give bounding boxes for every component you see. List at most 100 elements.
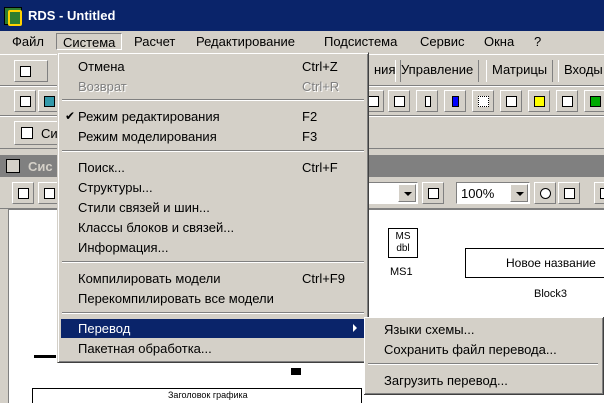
block-tool-button-4[interactable]	[444, 90, 466, 112]
menu-service[interactable]: Сервис	[414, 33, 471, 50]
menu-item-shortcut: Ctrl+F9	[302, 271, 345, 286]
menu-item-translation[interactable]: Перевод	[61, 319, 365, 338]
menu-separator	[62, 261, 364, 263]
graph-title: Заголовок графика	[168, 390, 248, 400]
window-title: RDS - Untitled	[28, 8, 116, 23]
menu-item-search[interactable]: Поиск... Ctrl+F	[61, 158, 365, 177]
layer-select[interactable]	[368, 182, 418, 204]
menu-item-label: Перекомпилировать все модели	[78, 291, 274, 306]
menu-item-edit-mode[interactable]: ✔ Режим редактирования F2	[61, 107, 365, 126]
menu-editing[interactable]: Редактирование	[190, 33, 301, 50]
menu-item-information[interactable]: Информация...	[61, 238, 365, 257]
indicator-icon	[425, 96, 431, 107]
menu-item-shortcut: Ctrl+Z	[302, 59, 338, 74]
menu-separator	[62, 312, 364, 314]
level-icon	[452, 96, 459, 107]
menu-item-label: Загрузить перевод...	[384, 373, 508, 388]
block-tool-button-9[interactable]	[584, 90, 604, 112]
menu-item-compile-models[interactable]: Компилировать модели Ctrl+F9	[61, 269, 365, 288]
menu-item-label: Поиск...	[78, 160, 125, 175]
menu-item-undo[interactable]: Отмена Ctrl+Z	[61, 57, 365, 76]
menu-item-label: Языки схемы...	[384, 322, 475, 337]
menu-help[interactable]: ?	[528, 33, 547, 50]
block-tool-button-6[interactable]	[500, 90, 522, 112]
menu-item-batch-processing[interactable]: Пакетная обработка...	[61, 339, 365, 358]
menu-item-label: Возврат	[78, 79, 127, 94]
connection-marker[interactable]	[291, 368, 301, 375]
chip-icon	[562, 96, 573, 107]
new-document-button[interactable]	[14, 60, 48, 82]
block-tool-button-8[interactable]	[556, 90, 578, 112]
block3-label: Block3	[534, 288, 568, 300]
menu-item-schema-languages[interactable]: Языки схемы...	[367, 320, 599, 339]
menu-item-label: Сохранить файл перевода...	[384, 342, 557, 357]
menu-item-load-translation[interactable]: Загрузить перевод...	[367, 371, 599, 390]
block-tool-button-3[interactable]	[416, 90, 438, 112]
menu-item-label: Классы блоков и связей...	[78, 220, 235, 235]
menu-item-shortcut: F3	[302, 129, 318, 144]
ruler-tool-button[interactable]	[14, 90, 36, 112]
ms-block[interactable]: MS dbl	[388, 228, 418, 258]
switch-icon	[534, 96, 545, 107]
menu-item-label: Информация...	[78, 240, 169, 255]
menu-bar: Файл Система Расчет Редактирование Подси…	[0, 31, 604, 52]
ms-block-label: MS1	[390, 266, 413, 278]
menu-file[interactable]: Файл	[6, 33, 50, 50]
menu-item-label: Структуры...	[78, 180, 153, 195]
menu-windows[interactable]: Окна	[478, 33, 520, 50]
menu-item-recompile-all[interactable]: Перекомпилировать все модели	[61, 289, 365, 308]
calculator-icon	[44, 96, 55, 107]
block3[interactable]: Новое название	[465, 248, 604, 278]
menu-item-shortcut: Ctrl+R	[302, 79, 340, 94]
network-icon	[590, 96, 601, 107]
ruler-small-button[interactable]	[12, 182, 34, 204]
menu-system[interactable]: Система	[56, 33, 123, 50]
menu-item-shortcut: F2	[302, 109, 318, 124]
menu-separator	[368, 363, 598, 365]
layers-icon	[428, 188, 439, 199]
rds-app-icon[interactable]	[4, 7, 22, 26]
printer-icon	[600, 188, 604, 199]
menu-calculation[interactable]: Расчет	[128, 33, 181, 50]
move-icon	[564, 188, 575, 199]
grid-icon	[478, 96, 489, 107]
document-icon	[20, 66, 31, 77]
pan-button[interactable]	[558, 182, 580, 204]
check-icon: ✔	[65, 109, 76, 123]
menu-item-structures[interactable]: Структуры...	[61, 178, 365, 197]
submenu-arrow-icon	[353, 324, 357, 332]
menu-item-simulation-mode[interactable]: Режим моделирования F3	[61, 127, 365, 146]
print-button[interactable]	[594, 182, 604, 204]
zoom-value: 100%	[461, 186, 495, 201]
menu-item-save-translation[interactable]: Сохранить файл перевода...	[367, 340, 599, 359]
block-tool-button-2[interactable]	[388, 90, 410, 112]
tab-matrices[interactable]: Матрицы	[486, 60, 554, 82]
menu-item-label: Компилировать модели	[78, 271, 221, 286]
system-menu-dropdown: Отмена Ctrl+Z Возврат Ctrl+R ✔ Режим ред…	[57, 52, 369, 363]
zoom-button[interactable]	[534, 182, 556, 204]
menu-item-link-styles[interactable]: Стили связей и шин...	[61, 198, 365, 217]
subsystem-window-title-text: Сис	[28, 159, 53, 174]
ruler-icon	[20, 96, 31, 107]
menu-subsystem[interactable]: Подсистема	[318, 33, 403, 50]
chevron-down-icon[interactable]	[510, 184, 528, 202]
system-window-button-label: Си	[41, 126, 58, 141]
menu-item-shortcut: Ctrl+F	[302, 160, 338, 175]
ms-block-line1: MS	[395, 231, 411, 242]
tab-inputs[interactable]: Входы	[558, 60, 604, 82]
menu-item-label: Отмена	[78, 59, 125, 74]
component-tabs: ния Управление Матрицы Входы	[368, 60, 604, 82]
block-tool-button-7[interactable]	[528, 90, 550, 112]
menu-item-block-classes[interactable]: Классы блоков и связей...	[61, 218, 365, 237]
menu-separator	[62, 150, 364, 152]
square-icon	[506, 96, 517, 107]
zoom-select[interactable]: 100%	[456, 182, 530, 204]
block-tool-button-5[interactable]	[472, 90, 494, 112]
menu-item-label: Режим редактирования	[78, 109, 220, 124]
subsystem-icon[interactable]	[6, 159, 20, 173]
chevron-down-icon[interactable]	[398, 184, 416, 202]
tab-control[interactable]: Управление	[395, 60, 480, 82]
connection-line[interactable]	[34, 355, 56, 358]
structure-icon	[21, 127, 33, 139]
layers-button[interactable]	[422, 182, 444, 204]
